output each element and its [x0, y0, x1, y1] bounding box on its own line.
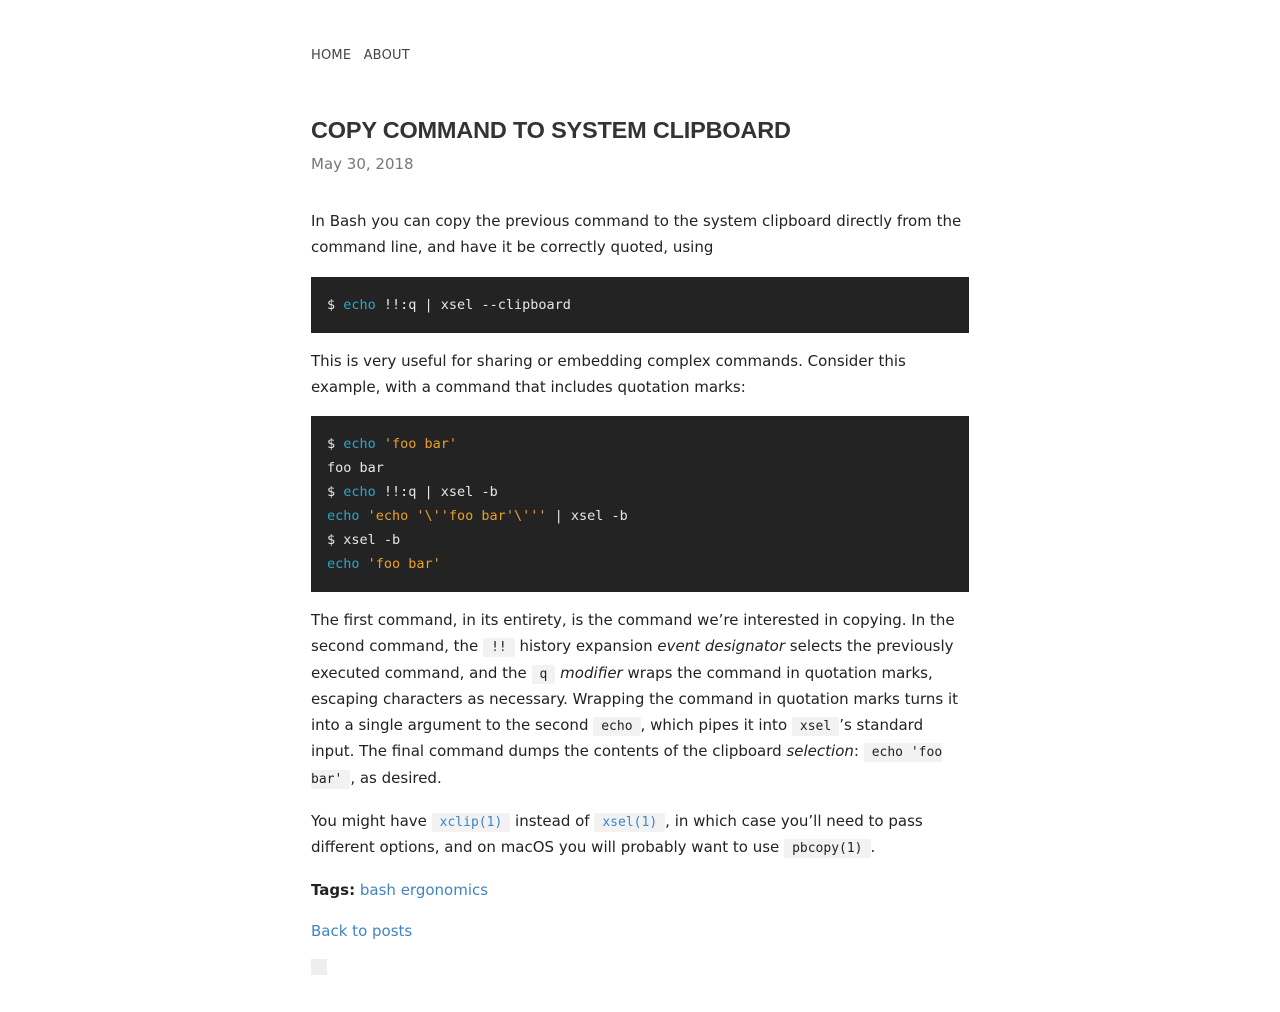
code-text: | xsel -b — [546, 508, 628, 525]
back-to-posts-link[interactable]: Back to posts — [311, 922, 412, 940]
xsel-code: xsel(1) — [594, 812, 666, 832]
top-nav: HOME ABOUT — [311, 48, 418, 63]
code-text: !!:q | xsel -b — [375, 484, 498, 501]
tag-link-bash[interactable]: bash — [360, 881, 396, 899]
code-text: !!:q | xsel --clipboard — [375, 297, 571, 314]
text-span: . — [870, 838, 876, 857]
code-prompt: $ — [327, 436, 344, 453]
alternatives-paragraph: You might have xclip(1) instead of xsel(… — [311, 809, 969, 862]
code-prompt: $ — [327, 484, 344, 501]
emphasis-selection: selection — [786, 742, 854, 761]
explanation-paragraph: The first command, in its entirety, is t… — [311, 608, 969, 792]
inline-code-echo: echo — [593, 716, 641, 736]
post-body: In Bash you can copy the previous comman… — [311, 209, 969, 975]
code-text: $ xsel -b — [327, 532, 401, 549]
code-string: 'foo bar' — [375, 436, 458, 453]
text-span: instead of — [510, 811, 595, 830]
code-block-2: $ echo 'foo bar' foo bar $ echo !!:q | x… — [311, 416, 969, 593]
post-date: May 30, 2018 — [311, 155, 414, 173]
code-keyword: echo — [327, 556, 360, 573]
code-block-1: $ echo !!:q | xsel --clipboard — [311, 277, 969, 334]
intro-paragraph: In Bash you can copy the previous comman… — [311, 212, 962, 256]
post-title: COPY COMMAND TO SYSTEM CLIPBOARD — [311, 117, 791, 143]
inline-code-q: q — [531, 664, 556, 684]
inline-code-xsel: xsel — [791, 716, 840, 736]
code-keyword: echo — [343, 484, 376, 501]
back-line: Back to posts — [311, 919, 969, 945]
emphasis-event-designator: event designator — [657, 636, 786, 655]
code-string: 'foo bar' — [359, 556, 441, 573]
inline-code-bangbang: !! — [483, 637, 515, 657]
xsel-link[interactable]: xsel(1) — [594, 812, 666, 832]
code-string: 'echo '\''foo bar'\''' — [359, 508, 547, 525]
tags-label: Tags: — [311, 880, 356, 899]
tags-line: Tags: bash ergonomics — [311, 878, 969, 904]
xclip-code: xclip(1) — [431, 812, 511, 832]
code-keyword: echo — [327, 508, 360, 525]
code-keyword: echo — [343, 297, 376, 314]
code-keyword: echo — [343, 436, 376, 453]
nav-home-link[interactable]: HOME — [311, 48, 351, 63]
footer-placeholder-box — [311, 958, 327, 975]
text-span: You might have — [311, 811, 432, 830]
tag-link-ergonomics[interactable]: ergonomics — [401, 881, 488, 899]
text-span: : — [853, 742, 864, 761]
text-span: , as desired. — [350, 768, 442, 787]
nav-about-link[interactable]: ABOUT — [364, 48, 410, 63]
xclip-link[interactable]: xclip(1) — [431, 812, 511, 832]
code-output: foo bar — [327, 460, 384, 477]
code-prompt: $ — [327, 297, 344, 314]
inline-code-pbcopy: pbcopy(1) — [784, 839, 871, 859]
emphasis-modifier: modifier — [560, 663, 623, 682]
text-span: , which pipes it into — [640, 715, 792, 734]
example-paragraph: This is very useful for sharing or embed… — [311, 352, 906, 396]
text-span: history expansion — [514, 636, 658, 655]
